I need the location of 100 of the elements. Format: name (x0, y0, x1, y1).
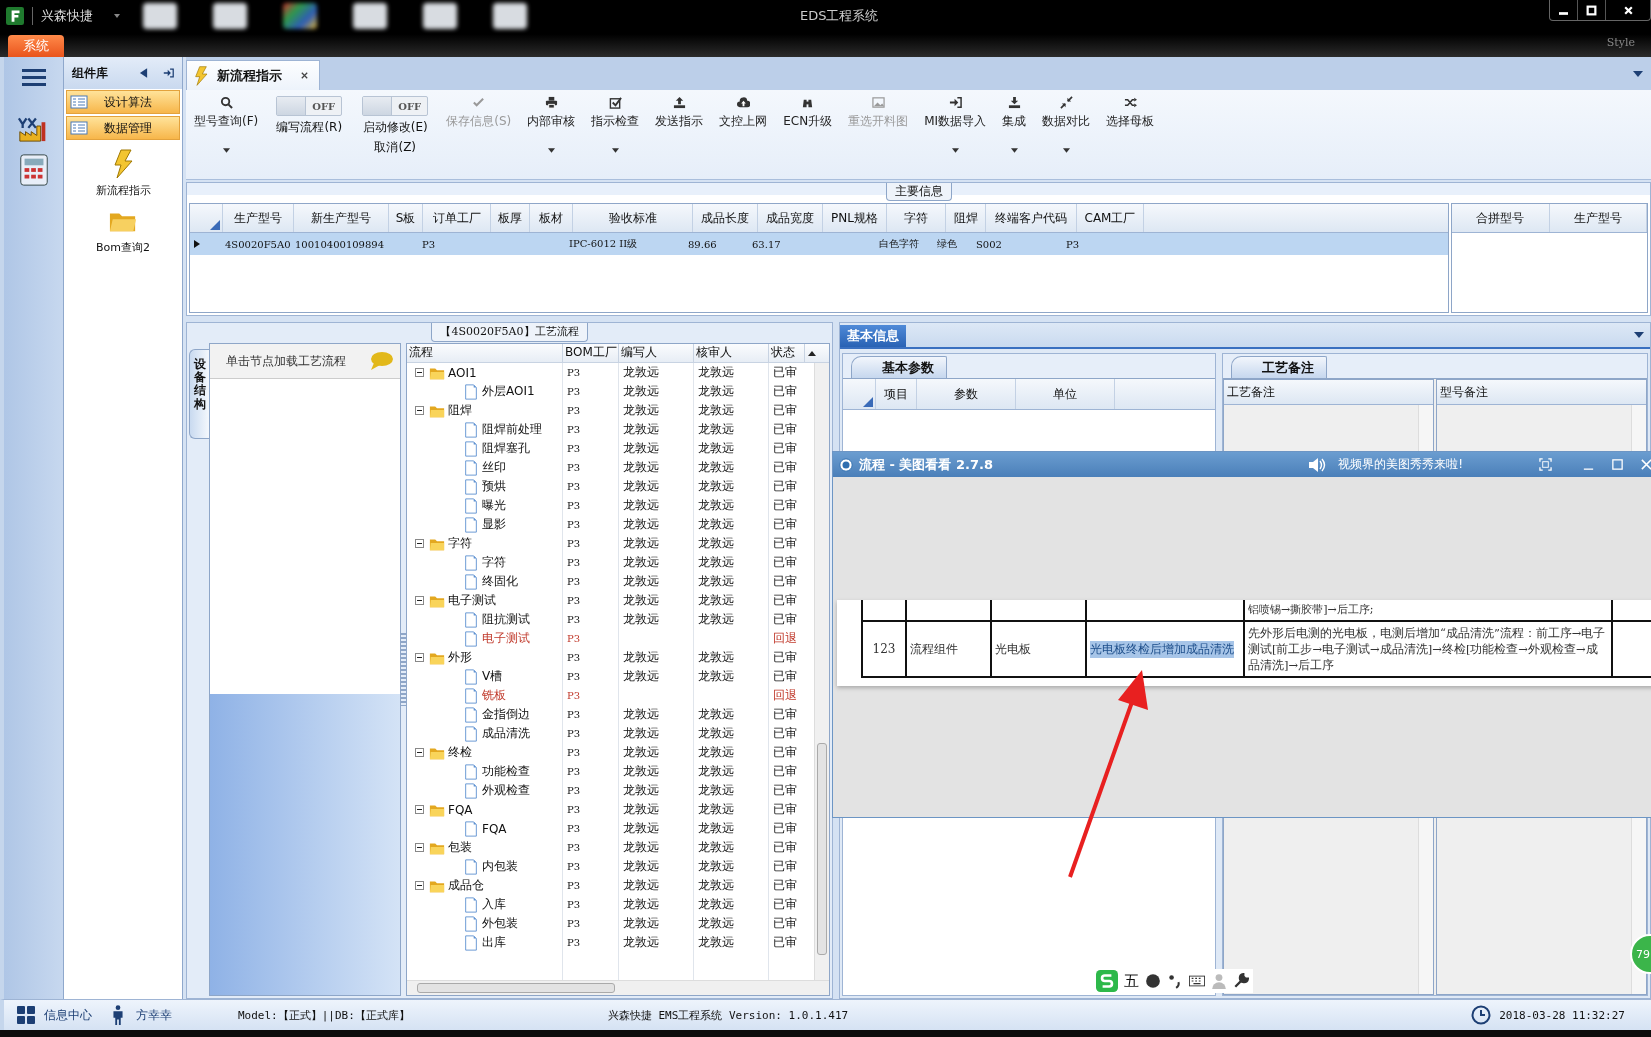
splitter-handle[interactable] (401, 633, 406, 706)
maximize-icon[interactable] (1611, 458, 1624, 471)
keyboard-icon[interactable] (1189, 973, 1205, 989)
tree-row[interactable]: 字符 P3 龙敦远 龙敦远 已审 (407, 553, 814, 572)
column-header[interactable]: BOM工厂 (563, 344, 619, 362)
column-header[interactable]: 合拼型号 (1452, 204, 1550, 232)
tree-row[interactable]: 铣板 P3 回退 (407, 686, 814, 705)
dropdown-arrow-icon[interactable] (1633, 70, 1643, 77)
menu-item[interactable]: 设计算法 (66, 90, 180, 114)
column-header[interactable]: 单位 (1016, 379, 1115, 409)
wrench-icon[interactable] (1233, 973, 1249, 989)
tree-row[interactable]: 外层AOI1 P3 龙敦远 龙敦远 已审 (407, 382, 814, 401)
app-icon[interactable] (213, 3, 247, 29)
column-header[interactable]: S板 (389, 204, 423, 232)
tree-row[interactable]: AOI1 P3 龙敦远 龙敦远 已审 (407, 363, 814, 382)
collapse-toggle-icon[interactable] (415, 748, 424, 757)
toggle-switch[interactable]: OFF (276, 96, 343, 116)
column-header[interactable]: 流程 (407, 344, 563, 362)
column-header[interactable]: CAM工厂 (1077, 204, 1144, 232)
tree-row[interactable]: 功能检查 P3 龙敦远 龙敦远 已审 (407, 762, 814, 781)
collapse-toggle-icon[interactable] (415, 805, 424, 814)
collapse-toggle-icon[interactable] (415, 539, 424, 548)
app-icon[interactable] (143, 3, 177, 29)
tree-row[interactable]: 电子测试 P3 回退 (407, 629, 814, 648)
column-header[interactable]: 项目 (876, 379, 917, 409)
input-mode[interactable]: 五 (1124, 971, 1139, 991)
column-header[interactable]: 板厚 (491, 204, 530, 232)
sign-in-icon[interactable] (163, 67, 174, 79)
tree-row[interactable]: 阻抗测试 P3 龙敦远 龙敦远 已审 (407, 610, 814, 629)
tree-row[interactable]: 丝印 P3 龙敦远 龙敦远 已审 (407, 458, 814, 477)
menu-icon[interactable] (21, 67, 46, 87)
collapse-toggle-icon[interactable] (415, 596, 424, 605)
toolbar-button[interactable]: 文控上网 (715, 96, 772, 153)
column-header[interactable]: 核审人 (694, 344, 769, 362)
document-tab[interactable]: 新流程指示 (186, 60, 320, 90)
tree-row[interactable]: FQA P3 龙敦远 龙敦远 已审 (407, 800, 814, 819)
tree-row[interactable]: 出库 P3 龙敦远 龙敦远 已审 (407, 933, 814, 952)
panel-tab[interactable]: 工艺备注 (1231, 356, 1327, 378)
column-header[interactable]: 参数 (917, 379, 1016, 409)
column-header[interactable]: 成品长度 (693, 204, 758, 232)
tree-row[interactable]: 阻焊塞孔 P3 龙敦远 龙敦远 已审 (407, 439, 814, 458)
column-header[interactable]: 状态 (769, 344, 805, 362)
column-header[interactable]: 终端客户代码 (986, 204, 1077, 232)
column-header[interactable]: 生产型号 (1549, 204, 1647, 232)
collapse-toggle-icon[interactable] (415, 406, 424, 415)
punctuation-icon[interactable] (1167, 973, 1183, 989)
column-header[interactable]: 订单工厂 (423, 204, 491, 232)
tree-row[interactable]: 成品清洗 P3 龙敦远 龙敦远 已审 (407, 724, 814, 743)
tree-row[interactable]: 终固化 P3 龙敦远 龙敦远 已审 (407, 572, 814, 591)
tree-row[interactable]: 电子测试 P3 龙敦远 龙敦远 已审 (407, 591, 814, 610)
collapse-arrow-icon[interactable] (138, 67, 149, 79)
toolbar-button[interactable]: 集成 (998, 96, 1031, 153)
panel-tab[interactable]: 基本参数 (851, 356, 947, 378)
horizontal-scrollbar[interactable] (407, 980, 829, 995)
close-icon[interactable] (300, 71, 309, 80)
dropdown-arrow-icon[interactable] (1634, 332, 1644, 338)
tree-row[interactable]: 终检 P3 龙敦远 龙敦远 已审 (407, 743, 814, 762)
vertical-scrollbar[interactable] (814, 363, 829, 980)
toolbar-button[interactable]: 发送指示 (651, 96, 708, 153)
tree-row[interactable]: 显影 P3 龙敦远 龙敦远 已审 (407, 515, 814, 534)
fullscreen-icon[interactable] (1539, 458, 1552, 471)
info-center-link[interactable]: 信息中心 (44, 1006, 92, 1024)
toolbar-button[interactable]: ECN升级 (779, 96, 837, 153)
toolbar-button[interactable]: MI数据导入 (920, 96, 991, 153)
collapse-toggle-icon[interactable] (415, 881, 424, 890)
tree-row[interactable]: 内包装 P3 龙敦远 龙敦远 已审 (407, 857, 814, 876)
panel-tab[interactable]: 基本信息 (840, 325, 906, 347)
app-icon[interactable] (493, 3, 527, 29)
tree-row[interactable]: 外观检查 P3 龙敦远 龙敦远 已审 (407, 781, 814, 800)
column-header[interactable]: 字符 (887, 204, 946, 232)
tree-row[interactable]: 成品仓 P3 龙敦远 龙敦远 已审 (407, 876, 814, 895)
toggle-switch[interactable]: OFF (362, 96, 429, 116)
tree-row[interactable]: 阻焊 P3 龙敦远 龙敦远 已审 (407, 401, 814, 420)
shortcut-item[interactable]: 新流程指示 (64, 149, 182, 198)
toolbar-button[interactable]: 数据对比 (1038, 96, 1095, 153)
collapse-toggle-icon[interactable] (415, 653, 424, 662)
toolbar-button[interactable]: 选择母板 (1102, 96, 1159, 153)
tree-row[interactable]: 外形 P3 龙敦远 龙敦远 已审 (407, 648, 814, 667)
tree-row[interactable]: 字符 P3 龙敦远 龙敦远 已审 (407, 534, 814, 553)
tree-row[interactable]: 阻焊前处理 P3 龙敦远 龙敦远 已审 (407, 420, 814, 439)
tree-row[interactable]: 金指倒边 P3 龙敦远 龙敦远 已审 (407, 705, 814, 724)
tree-row[interactable]: 外包装 P3 龙敦远 龙敦远 已审 (407, 914, 814, 933)
collapse-toggle-icon[interactable] (415, 843, 424, 852)
column-header[interactable]: 新生产型号 (294, 204, 389, 232)
app-icon[interactable] (353, 3, 387, 29)
toolbar-button[interactable]: 内部审核 (523, 96, 580, 153)
column-header[interactable]: 成品宽度 (758, 204, 823, 232)
caret-icon[interactable] (113, 13, 121, 19)
tree-row[interactable]: 入库 P3 龙敦远 龙敦远 已审 (407, 895, 814, 914)
column-header[interactable]: 板材 (530, 204, 573, 232)
side-tab[interactable]: 设备结构 (189, 349, 209, 439)
shortcut-item[interactable]: Bom查询2 (64, 206, 182, 255)
tree-row[interactable]: 包装 P3 龙敦远 龙敦远 已审 (407, 838, 814, 857)
toolbar-button[interactable]: 指示检查 (587, 96, 644, 153)
toolbar-button[interactable]: 型号查询(F) (190, 96, 263, 153)
s-logo-icon[interactable] (1096, 970, 1118, 992)
app-icon[interactable] (423, 3, 457, 29)
collapse-toggle-icon[interactable] (415, 368, 424, 377)
column-header[interactable]: 验收标准 (573, 204, 693, 232)
tree-row[interactable]: V槽 P3 龙敦远 龙敦远 已审 (407, 667, 814, 686)
